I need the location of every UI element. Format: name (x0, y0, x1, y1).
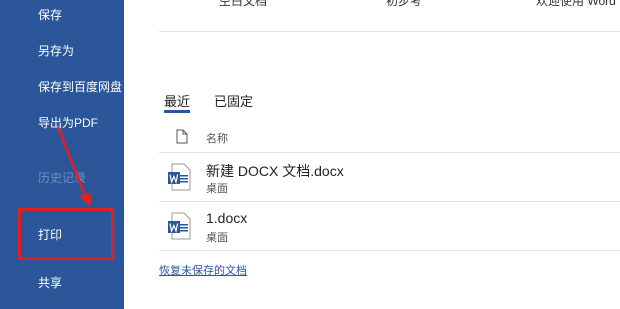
tab-recent[interactable]: 最近 (164, 91, 190, 110)
list-item[interactable]: 1.docx 桌面 (159, 202, 620, 251)
recover-unsaved-link[interactable]: 恢复未保存的文档 (159, 262, 247, 278)
file-location: 桌面 (206, 183, 228, 195)
tab-underline (164, 110, 190, 113)
tab-pinned[interactable]: 已固定 (214, 91, 253, 110)
word-doc-icon (168, 163, 191, 191)
file-location: 桌面 (206, 232, 228, 244)
column-name-header[interactable]: 名称 (206, 130, 228, 146)
list-item[interactable]: 新建 DOCX 文档.docx 桌面 (159, 153, 620, 202)
template-blank[interactable]: 空白文档 (219, 0, 267, 9)
file-icon (176, 129, 188, 144)
file-name: 新建 DOCX 文档.docx (206, 163, 344, 179)
main-panel: 空白文档 初步考 欢迎使用 Word 最近 已固定 名称 新建 DOCX 文档.… (124, 0, 620, 309)
template-strip: 空白文档 初步考 欢迎使用 Word (124, 0, 620, 12)
file-name: 1.docx (206, 210, 248, 226)
red-arrow-annotation (56, 126, 92, 207)
divider (159, 31, 620, 32)
template-welcome[interactable]: 欢迎使用 Word (536, 0, 616, 9)
word-doc-icon (168, 212, 191, 240)
backstage-sidebar: 保存 另存为 保存到百度网盘 导出为PDF 历史记录 打印 共享 (0, 0, 124, 309)
list-header: 名称 (159, 122, 620, 153)
sidebar-item-share[interactable]: 共享 (38, 276, 62, 290)
template-2[interactable]: 初步考 (386, 0, 422, 9)
